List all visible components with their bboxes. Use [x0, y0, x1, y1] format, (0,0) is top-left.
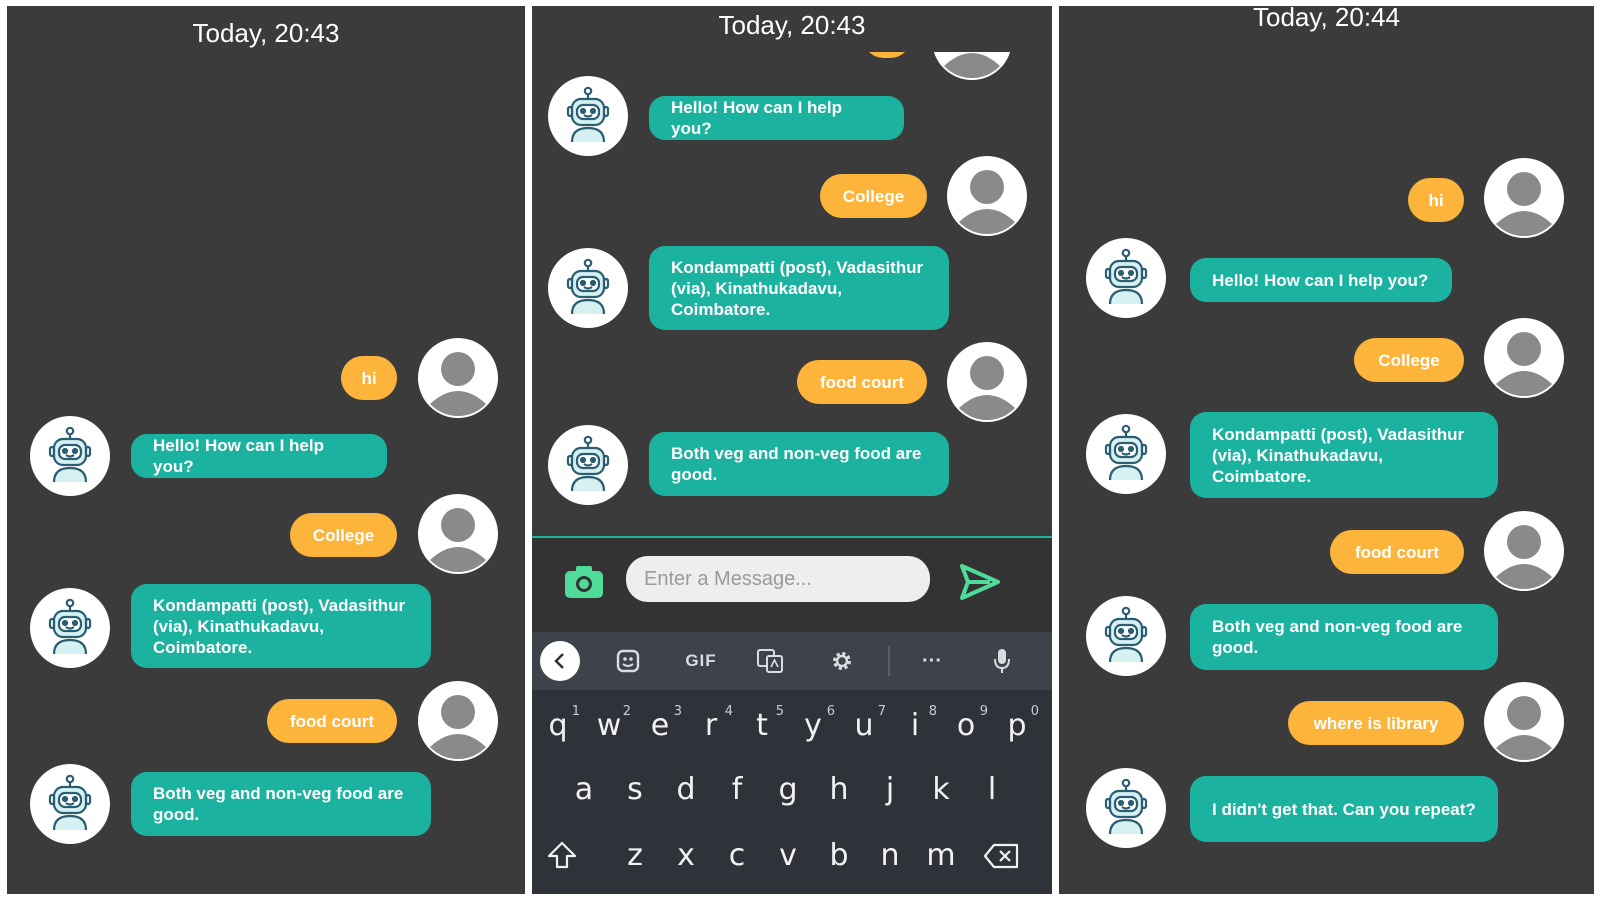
bot-message: Both veg and non-veg food are good. — [1190, 604, 1498, 670]
user-message: food court — [267, 699, 397, 743]
person-avatar-icon — [947, 156, 1027, 236]
key-s[interactable]: s — [611, 772, 659, 807]
chat-screen-3: Today, 20:44 hi Hello! How can I help yo… — [1059, 6, 1594, 894]
bot-message: Hello! How can I help you? — [1190, 258, 1452, 302]
bot-message: Kondampatti (post), Vadasithur (via), Ki… — [131, 584, 431, 668]
key-e[interactable]: e3 — [636, 704, 684, 743]
message-composer — [532, 538, 1052, 632]
person-avatar-icon — [1484, 511, 1564, 591]
person-avatar-icon — [947, 342, 1027, 422]
sticker-icon[interactable] — [610, 643, 646, 679]
key-z[interactable]: z — [611, 838, 659, 873]
key-i[interactable]: i8 — [891, 704, 939, 743]
camera-icon[interactable] — [560, 560, 608, 604]
toolbar-divider — [888, 646, 890, 676]
translate-icon[interactable] — [752, 643, 788, 679]
microphone-icon[interactable] — [984, 643, 1020, 679]
key-h[interactable]: h — [815, 772, 863, 807]
keyboard: q1 w2 e3 r4 t5 y6 u7 i8 o9 p0 a s d f g … — [532, 690, 1052, 894]
key-k[interactable]: k — [917, 772, 965, 807]
key-u[interactable]: u7 — [840, 704, 888, 743]
message-input[interactable] — [626, 556, 930, 602]
chat-screen-2: Today, 20:43 Today, 20:43 Hello! How can… — [532, 6, 1052, 894]
robot-avatar-icon — [1086, 596, 1166, 676]
chat-screen-1: Today, 20:43 hi Hello! How can I help yo… — [7, 6, 525, 894]
user-message: College — [290, 513, 397, 557]
user-message: hi — [341, 356, 397, 400]
person-avatar-icon — [1484, 682, 1564, 762]
timestamp-overlay: Today, 20:43 — [718, 10, 866, 40]
keyboard-toolbar: GIF ··· — [532, 632, 1052, 690]
robot-avatar-icon — [30, 764, 110, 844]
user-message: where is library — [1288, 701, 1464, 745]
robot-avatar-icon — [1086, 768, 1166, 848]
timestamp: Today, 20:43 — [192, 18, 340, 48]
key-w[interactable]: w2 — [585, 704, 633, 743]
key-o[interactable]: o9 — [942, 704, 990, 743]
robot-avatar-icon — [1086, 414, 1166, 494]
user-message: hi — [1408, 178, 1464, 222]
robot-avatar-icon — [548, 248, 628, 328]
robot-avatar-icon — [30, 588, 110, 668]
bot-message: Kondampatti (post), Vadasithur (via), Ki… — [649, 246, 949, 330]
person-avatar-icon — [1484, 158, 1564, 238]
user-message: food court — [797, 360, 927, 404]
key-j[interactable]: j — [866, 772, 914, 807]
user-message: College — [820, 174, 927, 218]
key-d[interactable]: d — [662, 772, 710, 807]
key-t[interactable]: t5 — [738, 704, 786, 743]
key-p[interactable]: p0 — [993, 704, 1041, 743]
backspace-icon[interactable] — [980, 842, 1024, 878]
bot-message: Kondampatti (post), Vadasithur (via), Ki… — [1190, 412, 1498, 498]
timestamp: Today, 20:44 — [1253, 6, 1400, 32]
key-q[interactable]: q1 — [534, 704, 582, 743]
person-avatar-icon — [418, 494, 498, 574]
key-l[interactable]: l — [968, 772, 1016, 807]
more-options-icon[interactable]: ··· — [912, 643, 952, 679]
bot-message: Both veg and non-veg food are good. — [131, 772, 431, 836]
robot-avatar-icon — [548, 76, 628, 156]
key-f[interactable]: f — [713, 772, 761, 807]
chevron-left-icon[interactable] — [540, 641, 580, 681]
key-m[interactable]: m — [917, 838, 965, 873]
robot-avatar-icon — [1086, 238, 1166, 318]
gif-button[interactable]: GIF — [678, 643, 724, 679]
person-avatar-icon — [418, 338, 498, 418]
send-arrow-icon[interactable] — [958, 560, 1002, 604]
gear-icon[interactable] — [824, 643, 860, 679]
user-message: food court — [1330, 530, 1464, 574]
user-message: College — [1354, 338, 1464, 382]
key-y[interactable]: y6 — [789, 704, 837, 743]
person-avatar-icon — [418, 681, 498, 761]
bot-message: I didn't get that. Can you repeat? — [1190, 776, 1498, 842]
robot-avatar-icon — [30, 416, 110, 496]
key-v[interactable]: v — [764, 838, 812, 873]
key-n[interactable]: n — [866, 838, 914, 873]
key-g[interactable]: g — [764, 772, 812, 807]
person-avatar-icon — [1484, 318, 1564, 398]
key-r[interactable]: r4 — [687, 704, 735, 743]
key-x[interactable]: x — [662, 838, 710, 873]
bot-message: Hello! How can I help you? — [131, 434, 387, 478]
key-c[interactable]: c — [713, 838, 761, 873]
bot-message: Both veg and non-veg food are good. — [649, 432, 949, 496]
robot-avatar-icon — [548, 425, 628, 505]
key-a[interactable]: a — [560, 772, 608, 807]
bot-message: Hello! How can I help you? — [649, 96, 904, 140]
key-b[interactable]: b — [815, 838, 863, 873]
shift-icon[interactable] — [538, 840, 586, 878]
